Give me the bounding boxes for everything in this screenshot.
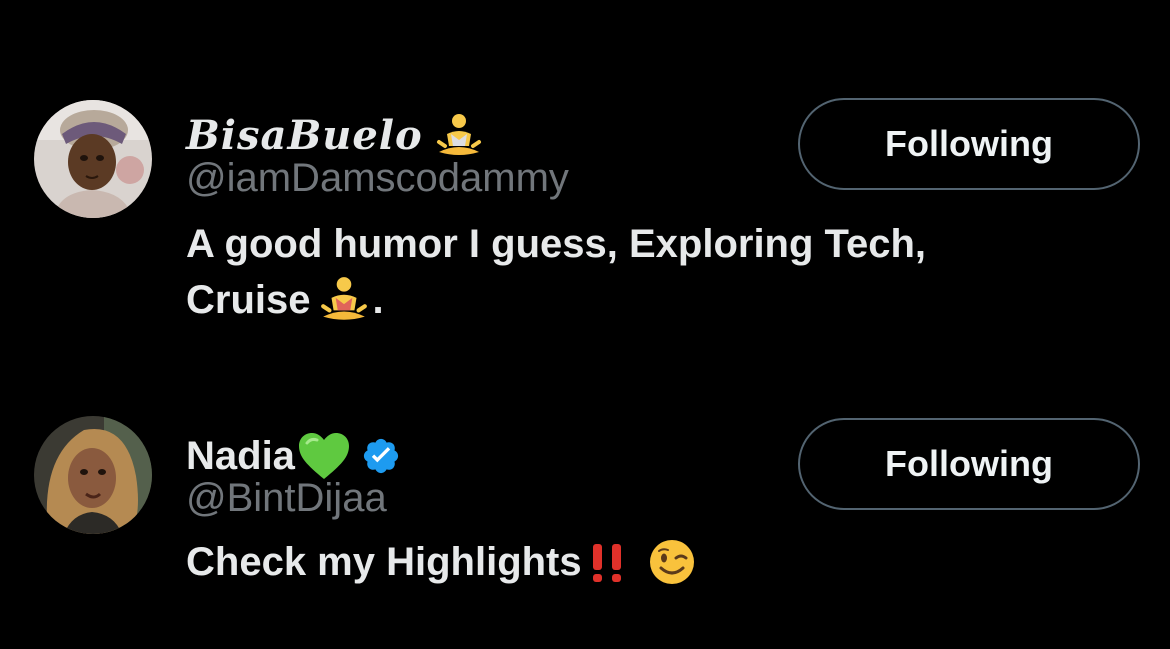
bio-line: Check my Highlights <box>186 534 700 590</box>
bio-line: Cruise . <box>186 272 926 328</box>
person-in-lotus-position-emoji <box>435 112 483 160</box>
display-name[interactable]: BisaBuelo <box>186 116 423 156</box>
bio-text: . <box>372 278 384 322</box>
double-exclamation-emoji <box>586 540 630 584</box>
user-handle[interactable]: @iamDamscodammy <box>186 154 569 202</box>
avatar[interactable] <box>34 416 152 534</box>
verified-badge-icon[interactable] <box>361 436 401 476</box>
bio-text: Cruise <box>186 278 311 322</box>
bio-line: A good humor I guess, Exploring Tech, <box>186 216 926 272</box>
user-cell[interactable]: Nadia @BintDijaa Check my Highlights Fol… <box>0 410 1170 610</box>
following-button[interactable]: Following <box>798 418 1140 510</box>
bio-text: A good humor I guess, Exploring Tech, <box>186 222 927 266</box>
user-bio: A good humor I guess, Exploring Tech, Cr… <box>186 216 926 328</box>
display-name[interactable]: Nadia <box>186 436 295 476</box>
following-button[interactable]: Following <box>798 98 1140 190</box>
user-cell[interactable]: BisaBuelo @iamDamscodammy A good humor I… <box>0 90 1170 340</box>
avatar[interactable] <box>34 100 152 218</box>
person-in-lotus-position-emoji <box>319 275 369 325</box>
bio-text: Check my Highlights <box>186 540 582 584</box>
user-bio: Check my Highlights <box>186 534 700 590</box>
user-handle[interactable]: @BintDijaa <box>186 474 387 522</box>
winking-face-emoji <box>648 538 696 586</box>
